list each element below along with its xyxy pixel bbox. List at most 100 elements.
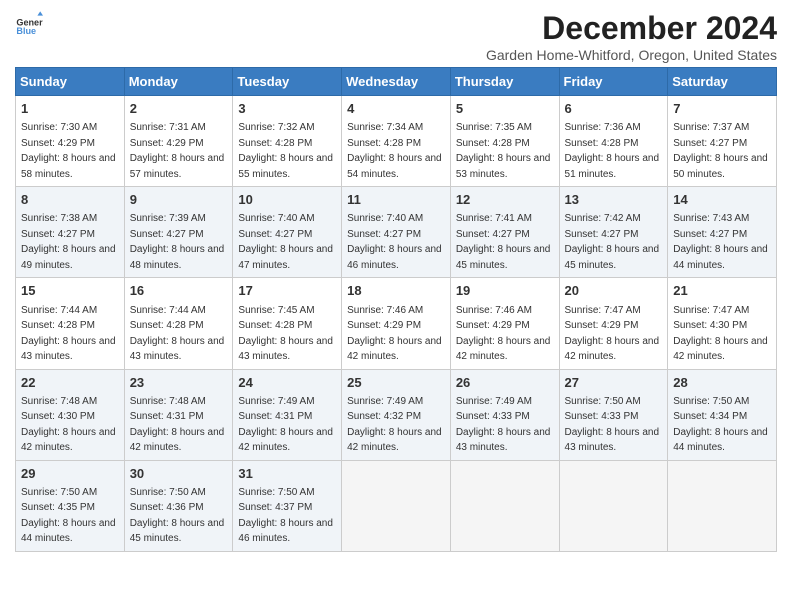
- day-info: Sunrise: 7:46 AM Sunset: 4:29 PM Dayligh…: [347, 305, 442, 363]
- day-info: Sunrise: 7:49 AM Sunset: 4:31 PM Dayligh…: [238, 396, 333, 454]
- calendar-week-row: 1 Sunrise: 7:30 AM Sunset: 4:29 PM Dayli…: [16, 96, 777, 187]
- day-info: Sunrise: 7:36 AM Sunset: 4:28 PM Dayligh…: [565, 122, 660, 180]
- day-info: Sunrise: 7:34 AM Sunset: 4:28 PM Dayligh…: [347, 122, 442, 180]
- calendar-day-cell: 21 Sunrise: 7:47 AM Sunset: 4:30 PM Dayl…: [668, 278, 777, 369]
- calendar-day-cell: 5 Sunrise: 7:35 AM Sunset: 4:28 PM Dayli…: [450, 96, 559, 187]
- month-title: December 2024: [486, 10, 777, 47]
- day-info: Sunrise: 7:40 AM Sunset: 4:27 PM Dayligh…: [347, 213, 442, 271]
- svg-text:Blue: Blue: [16, 26, 36, 36]
- weekday-header-row: SundayMondayTuesdayWednesdayThursdayFrid…: [16, 68, 777, 96]
- calendar-day-cell: [668, 460, 777, 551]
- calendar-week-row: 22 Sunrise: 7:48 AM Sunset: 4:30 PM Dayl…: [16, 369, 777, 460]
- day-number: 7: [673, 100, 771, 118]
- day-number: 11: [347, 191, 445, 209]
- calendar-table: SundayMondayTuesdayWednesdayThursdayFrid…: [15, 67, 777, 552]
- weekday-header: Saturday: [668, 68, 777, 96]
- calendar-day-cell: 20 Sunrise: 7:47 AM Sunset: 4:29 PM Dayl…: [559, 278, 668, 369]
- calendar-week-row: 29 Sunrise: 7:50 AM Sunset: 4:35 PM Dayl…: [16, 460, 777, 551]
- page-header: General Blue December 2024 Garden Home-W…: [15, 10, 777, 63]
- day-number: 10: [238, 191, 336, 209]
- day-number: 21: [673, 282, 771, 300]
- calendar-day-cell: [559, 460, 668, 551]
- weekday-header: Monday: [124, 68, 233, 96]
- day-number: 14: [673, 191, 771, 209]
- weekday-header: Sunday: [16, 68, 125, 96]
- day-number: 22: [21, 374, 119, 392]
- day-number: 30: [130, 465, 228, 483]
- calendar-day-cell: 18 Sunrise: 7:46 AM Sunset: 4:29 PM Dayl…: [342, 278, 451, 369]
- calendar-day-cell: 28 Sunrise: 7:50 AM Sunset: 4:34 PM Dayl…: [668, 369, 777, 460]
- calendar-day-cell: 7 Sunrise: 7:37 AM Sunset: 4:27 PM Dayli…: [668, 96, 777, 187]
- day-info: Sunrise: 7:48 AM Sunset: 4:31 PM Dayligh…: [130, 396, 225, 454]
- day-number: 20: [565, 282, 663, 300]
- calendar-day-cell: 22 Sunrise: 7:48 AM Sunset: 4:30 PM Dayl…: [16, 369, 125, 460]
- calendar-day-cell: 10 Sunrise: 7:40 AM Sunset: 4:27 PM Dayl…: [233, 187, 342, 278]
- day-info: Sunrise: 7:47 AM Sunset: 4:29 PM Dayligh…: [565, 305, 660, 363]
- day-info: Sunrise: 7:39 AM Sunset: 4:27 PM Dayligh…: [130, 213, 225, 271]
- day-number: 25: [347, 374, 445, 392]
- calendar-day-cell: 16 Sunrise: 7:44 AM Sunset: 4:28 PM Dayl…: [124, 278, 233, 369]
- day-number: 13: [565, 191, 663, 209]
- weekday-header: Thursday: [450, 68, 559, 96]
- day-number: 16: [130, 282, 228, 300]
- calendar-day-cell: 15 Sunrise: 7:44 AM Sunset: 4:28 PM Dayl…: [16, 278, 125, 369]
- day-number: 8: [21, 191, 119, 209]
- day-number: 19: [456, 282, 554, 300]
- day-info: Sunrise: 7:50 AM Sunset: 4:35 PM Dayligh…: [21, 487, 116, 545]
- calendar-day-cell: 25 Sunrise: 7:49 AM Sunset: 4:32 PM Dayl…: [342, 369, 451, 460]
- calendar-day-cell: 11 Sunrise: 7:40 AM Sunset: 4:27 PM Dayl…: [342, 187, 451, 278]
- day-number: 3: [238, 100, 336, 118]
- day-info: Sunrise: 7:40 AM Sunset: 4:27 PM Dayligh…: [238, 213, 333, 271]
- calendar-day-cell: 14 Sunrise: 7:43 AM Sunset: 4:27 PM Dayl…: [668, 187, 777, 278]
- day-info: Sunrise: 7:49 AM Sunset: 4:32 PM Dayligh…: [347, 396, 442, 454]
- day-info: Sunrise: 7:44 AM Sunset: 4:28 PM Dayligh…: [21, 305, 116, 363]
- calendar-day-cell: 6 Sunrise: 7:36 AM Sunset: 4:28 PM Dayli…: [559, 96, 668, 187]
- day-number: 31: [238, 465, 336, 483]
- day-number: 2: [130, 100, 228, 118]
- calendar-day-cell: 19 Sunrise: 7:46 AM Sunset: 4:29 PM Dayl…: [450, 278, 559, 369]
- day-number: 23: [130, 374, 228, 392]
- day-number: 15: [21, 282, 119, 300]
- calendar-day-cell: 24 Sunrise: 7:49 AM Sunset: 4:31 PM Dayl…: [233, 369, 342, 460]
- day-info: Sunrise: 7:35 AM Sunset: 4:28 PM Dayligh…: [456, 122, 551, 180]
- day-info: Sunrise: 7:32 AM Sunset: 4:28 PM Dayligh…: [238, 122, 333, 180]
- logo-icon: General Blue: [15, 10, 43, 38]
- day-info: Sunrise: 7:50 AM Sunset: 4:37 PM Dayligh…: [238, 487, 333, 545]
- day-info: Sunrise: 7:38 AM Sunset: 4:27 PM Dayligh…: [21, 213, 116, 271]
- calendar-week-row: 15 Sunrise: 7:44 AM Sunset: 4:28 PM Dayl…: [16, 278, 777, 369]
- calendar-week-row: 8 Sunrise: 7:38 AM Sunset: 4:27 PM Dayli…: [16, 187, 777, 278]
- calendar-day-cell: 23 Sunrise: 7:48 AM Sunset: 4:31 PM Dayl…: [124, 369, 233, 460]
- day-info: Sunrise: 7:42 AM Sunset: 4:27 PM Dayligh…: [565, 213, 660, 271]
- day-number: 18: [347, 282, 445, 300]
- day-info: Sunrise: 7:43 AM Sunset: 4:27 PM Dayligh…: [673, 213, 768, 271]
- day-info: Sunrise: 7:41 AM Sunset: 4:27 PM Dayligh…: [456, 213, 551, 271]
- day-number: 28: [673, 374, 771, 392]
- day-info: Sunrise: 7:37 AM Sunset: 4:27 PM Dayligh…: [673, 122, 768, 180]
- day-info: Sunrise: 7:44 AM Sunset: 4:28 PM Dayligh…: [130, 305, 225, 363]
- calendar-day-cell: [342, 460, 451, 551]
- calendar-day-cell: 3 Sunrise: 7:32 AM Sunset: 4:28 PM Dayli…: [233, 96, 342, 187]
- day-number: 9: [130, 191, 228, 209]
- day-info: Sunrise: 7:50 AM Sunset: 4:33 PM Dayligh…: [565, 396, 660, 454]
- day-info: Sunrise: 7:31 AM Sunset: 4:29 PM Dayligh…: [130, 122, 225, 180]
- calendar-day-cell: 9 Sunrise: 7:39 AM Sunset: 4:27 PM Dayli…: [124, 187, 233, 278]
- day-info: Sunrise: 7:45 AM Sunset: 4:28 PM Dayligh…: [238, 305, 333, 363]
- calendar-day-cell: 4 Sunrise: 7:34 AM Sunset: 4:28 PM Dayli…: [342, 96, 451, 187]
- weekday-header: Tuesday: [233, 68, 342, 96]
- day-number: 26: [456, 374, 554, 392]
- calendar-day-cell: 27 Sunrise: 7:50 AM Sunset: 4:33 PM Dayl…: [559, 369, 668, 460]
- day-info: Sunrise: 7:48 AM Sunset: 4:30 PM Dayligh…: [21, 396, 116, 454]
- calendar-day-cell: 31 Sunrise: 7:50 AM Sunset: 4:37 PM Dayl…: [233, 460, 342, 551]
- day-info: Sunrise: 7:50 AM Sunset: 4:36 PM Dayligh…: [130, 487, 225, 545]
- calendar-day-cell: 12 Sunrise: 7:41 AM Sunset: 4:27 PM Dayl…: [450, 187, 559, 278]
- day-info: Sunrise: 7:46 AM Sunset: 4:29 PM Dayligh…: [456, 305, 551, 363]
- logo: General Blue: [15, 10, 43, 38]
- day-info: Sunrise: 7:47 AM Sunset: 4:30 PM Dayligh…: [673, 305, 768, 363]
- day-number: 17: [238, 282, 336, 300]
- day-info: Sunrise: 7:49 AM Sunset: 4:33 PM Dayligh…: [456, 396, 551, 454]
- weekday-header: Friday: [559, 68, 668, 96]
- calendar-day-cell: [450, 460, 559, 551]
- location-subtitle: Garden Home-Whitford, Oregon, United Sta…: [486, 47, 777, 63]
- day-number: 5: [456, 100, 554, 118]
- calendar-day-cell: 26 Sunrise: 7:49 AM Sunset: 4:33 PM Dayl…: [450, 369, 559, 460]
